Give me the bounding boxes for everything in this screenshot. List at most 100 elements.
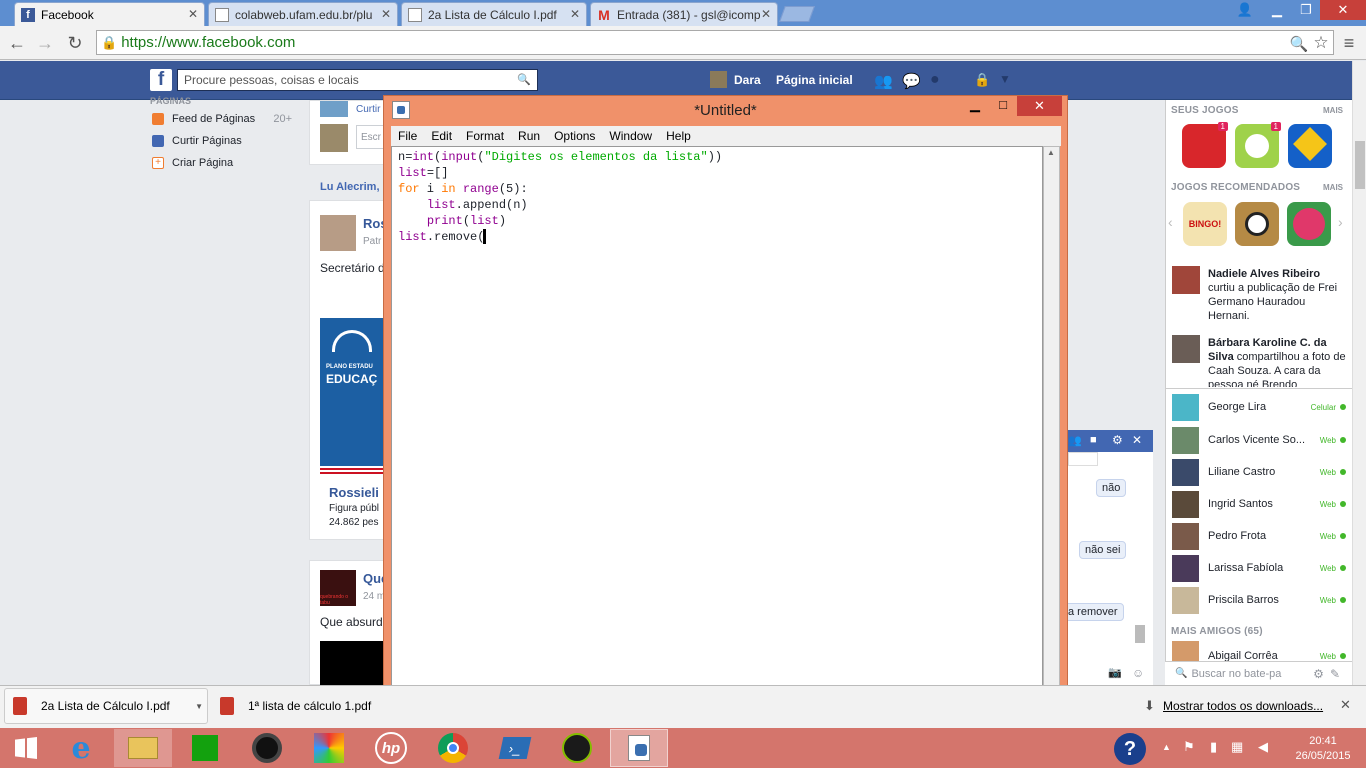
candy-crush-icon[interactable]: 1 xyxy=(1182,122,1228,168)
menu-help[interactable]: Help xyxy=(666,129,691,143)
download-item[interactable]: 2a Lista de Cálculo I.pdf ▼ xyxy=(4,688,208,724)
menu-format[interactable]: Format xyxy=(466,129,504,143)
left-nav-criar-pagina[interactable]: + Criar Página xyxy=(152,157,233,169)
volume-icon[interactable]: ◀ xyxy=(1258,739,1268,755)
page-scrollbar-thumb[interactable] xyxy=(1355,141,1365,189)
idle-close-button[interactable]: ✕ xyxy=(1017,96,1062,116)
tab-pdf[interactable]: 2a Lista de Cálculo I.pdf ✕ xyxy=(401,2,587,26)
menu-window[interactable]: Window xyxy=(609,129,652,143)
add-friends-icon[interactable]: 👥 xyxy=(1068,434,1082,447)
menu-run[interactable]: Run xyxy=(518,129,540,143)
bookmark-star-icon[interactable]: ☆ xyxy=(1310,32,1332,54)
avatar[interactable] xyxy=(1172,335,1200,363)
download-item[interactable]: 1ª lista de cálculo 1.pdf xyxy=(212,688,408,724)
friend-requests-icon[interactable]: 👥 xyxy=(874,72,893,90)
video-call-icon[interactable]: ■ xyxy=(1090,434,1097,446)
code-line[interactable]: list.remove( xyxy=(398,229,1042,245)
media-center-icon[interactable] xyxy=(238,729,296,767)
facebook-search-input[interactable]: Procure pessoas, coisas e locais 🔍 xyxy=(177,69,538,91)
menu-options[interactable]: Options xyxy=(554,129,595,143)
powershell-icon[interactable]: ›_ xyxy=(486,729,544,767)
post-author-link[interactable]: Lu Alecrim, xyxy=(320,181,380,193)
friend-larissa-fabiola[interactable]: Larissa Fabíola Web xyxy=(1172,554,1352,582)
flower-game-icon[interactable] xyxy=(1287,202,1331,246)
facebook-logo-icon[interactable]: f xyxy=(150,69,172,91)
close-downloads-bar-icon[interactable]: ✕ xyxy=(1340,697,1351,713)
left-nav-curtir-paginas[interactable]: Curtir Páginas xyxy=(152,135,242,147)
privacy-lock-icon[interactable]: 🔒 xyxy=(974,72,990,88)
compose-icon[interactable]: ✎ xyxy=(1330,667,1340,681)
hp-icon[interactable]: hp xyxy=(362,729,420,767)
code-line[interactable]: list.append(n) xyxy=(398,197,1042,213)
chat-settings-gear-icon[interactable]: ⚙ xyxy=(1112,433,1123,447)
shared-page-name[interactable]: Rossieli xyxy=(329,485,379,500)
friend-ingrid-santos[interactable]: Ingrid Santos Web xyxy=(1172,490,1352,518)
notifications-globe-icon[interactable]: ● xyxy=(930,71,940,89)
chrome-icon[interactable] xyxy=(424,729,482,767)
chat-options-gear-icon[interactable]: ⚙ xyxy=(1313,667,1324,681)
close-tab-icon[interactable]: ✕ xyxy=(761,7,771,21)
reload-icon[interactable]: ↻ xyxy=(64,32,86,54)
chevron-left-icon[interactable]: ‹ xyxy=(1168,214,1173,230)
chat-search-input[interactable]: 🔍 Buscar no bate-pa ⚙ ✎ xyxy=(1165,661,1352,685)
code-line[interactable]: for i in range(5): xyxy=(398,181,1042,197)
shared-link-image[interactable]: PLANO ESTADU EDUCAÇ xyxy=(320,318,390,475)
show-all-downloads-link[interactable]: Mostrar todos os downloads... xyxy=(1163,699,1323,713)
code-editor[interactable]: n=int(input("Digites os elementos da lis… xyxy=(391,146,1043,735)
panda-game-icon[interactable] xyxy=(1235,202,1279,246)
tab-colabweb[interactable]: colabweb.ufam.edu.br/plu ✕ xyxy=(208,2,398,26)
code-line[interactable]: list=[] xyxy=(398,165,1042,181)
close-tab-icon[interactable]: ✕ xyxy=(188,7,198,21)
chat-scrollbar-thumb[interactable] xyxy=(1135,625,1145,643)
avatar[interactable] xyxy=(710,71,727,88)
help-icon[interactable]: ? xyxy=(1114,733,1146,765)
friend-george-lira[interactable]: George Lira Celular xyxy=(1172,393,1352,421)
bingo-game-icon[interactable]: BINGO! xyxy=(1183,202,1227,246)
action-center-flag-icon[interactable]: ⚑ xyxy=(1183,739,1195,755)
search-icon[interactable]: 🔍 xyxy=(517,73,531,86)
taskbar-clock[interactable]: 20:41 26/05/2015 xyxy=(1288,734,1358,764)
menu-file[interactable]: File xyxy=(398,129,417,143)
left-nav-feed-paginas[interactable]: Feed de Páginas 20+ xyxy=(152,113,292,125)
trivia-game-icon[interactable]: 1 xyxy=(1235,122,1281,168)
home-link[interactable]: Página inicial xyxy=(776,73,853,87)
restore-button[interactable]: ❐ xyxy=(1292,0,1320,20)
network-icon[interactable]: ▦ xyxy=(1231,739,1243,755)
friend-pedro-frota[interactable]: Pedro Frota Web xyxy=(1172,522,1352,550)
idle-maximize-button[interactable]: □ xyxy=(988,97,1018,117)
friend-liliane-castro[interactable]: Liliane Castro Web xyxy=(1172,458,1352,486)
page-scrollbar[interactable] xyxy=(1352,61,1366,685)
show-hidden-icons-chevron-icon[interactable]: ▲ xyxy=(1162,742,1171,752)
editor-scrollbar[interactable]: ▲ xyxy=(1043,146,1060,735)
curtir-link[interactable]: Curtir xyxy=(356,104,380,115)
tab-gmail[interactable]: M Entrada (381) - gsl@icomp ✕ xyxy=(590,2,778,26)
close-tab-icon[interactable]: ✕ xyxy=(381,7,391,21)
avatar[interactable] xyxy=(320,215,356,251)
profile-link[interactable]: Dara xyxy=(734,73,761,87)
code-line[interactable]: n=int(input("Digites os elementos da lis… xyxy=(398,149,1042,165)
close-window-button[interactable]: ✕ xyxy=(1320,0,1366,20)
friend-priscila-barros[interactable]: Priscila Barros Web xyxy=(1172,586,1352,614)
page-avatar[interactable]: quebrando o tabu xyxy=(320,570,356,606)
python-idle-icon[interactable] xyxy=(610,729,668,767)
forward-arrow-icon[interactable]: → xyxy=(34,32,56,54)
back-arrow-icon[interactable]: ← xyxy=(6,32,28,54)
ticker-story[interactable]: Bárbara Karoline C. da Silva compartilho… xyxy=(1208,336,1348,387)
emoji-icon[interactable]: ☺ xyxy=(1132,666,1144,680)
camera-icon[interactable]: 📷 xyxy=(1108,666,1122,679)
puzzle-app-icon[interactable] xyxy=(300,729,358,767)
friend-abigail-correa[interactable]: Abigail Corrêa Web xyxy=(1172,641,1352,661)
minimize-button[interactable]: ▁ xyxy=(1262,0,1292,20)
ticker-story[interactable]: Nadiele Alves Ribeiro curtiu a publicaçã… xyxy=(1208,267,1346,323)
close-chat-icon[interactable]: ✕ xyxy=(1132,433,1142,447)
battery-icon[interactable]: ▮ xyxy=(1210,739,1217,755)
more-recommended-link[interactable]: MAIS xyxy=(1323,183,1343,192)
scroll-up-arrow-icon[interactable]: ▲ xyxy=(1047,148,1055,157)
messages-icon[interactable]: 💬 xyxy=(902,72,921,90)
download-menu-icon[interactable]: ▼ xyxy=(195,702,203,711)
tab-facebook[interactable]: f Facebook ✕ xyxy=(14,2,205,26)
windows-start-icon[interactable] xyxy=(0,729,52,767)
file-explorer-icon[interactable] xyxy=(114,729,172,767)
address-bar[interactable]: 🔒 https://www.facebook.com xyxy=(96,30,1334,55)
menu-edit[interactable]: Edit xyxy=(431,129,452,143)
